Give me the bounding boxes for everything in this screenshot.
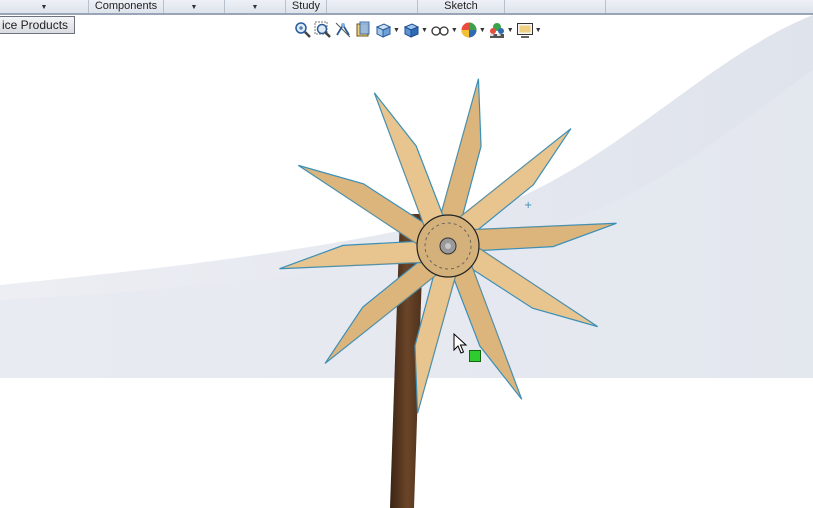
chevron-down-icon[interactable]: ▼ — [507, 27, 514, 34]
mouse-pointer-icon — [453, 333, 468, 354]
chevron-down-icon[interactable]: ▼ — [421, 27, 428, 34]
tab-components[interactable]: Components — [89, 0, 164, 13]
view-orientation-button[interactable]: ▼ — [374, 21, 400, 39]
section-view-button[interactable] — [354, 21, 372, 39]
office-products-button[interactable]: ice Products — [0, 16, 76, 34]
view-settings-icon — [516, 23, 533, 38]
display-style-icon — [403, 23, 420, 38]
apply-scene-button[interactable]: ▼ — [488, 21, 514, 39]
office-products-label: ice Products — [2, 18, 69, 32]
chevron-down-icon[interactable]: ▼ — [479, 27, 486, 34]
previous-view-button[interactable] — [334, 21, 352, 39]
origin-marker: + — [524, 200, 532, 211]
section-view-icon — [356, 21, 370, 37]
tab-sketch-label: Sketch — [444, 0, 478, 12]
tab-2[interactable]: ▼ — [225, 0, 286, 13]
edit-appearance-icon — [461, 22, 477, 38]
view-settings-button[interactable]: ▼ — [516, 21, 542, 39]
graphics-area[interactable]: + — [0, 15, 813, 508]
chevron-down-icon[interactable]: ▼ — [535, 27, 542, 34]
chevron-down-icon[interactable]: ▼ — [252, 4, 259, 11]
chevron-down-icon[interactable]: ▼ — [451, 27, 458, 34]
apply-scene-icon — [489, 23, 504, 38]
zoom-to-fit-icon — [295, 22, 311, 38]
edit-appearance-button[interactable]: ▼ — [460, 21, 486, 39]
command-manager-tabs: ▼ Components ▼ ▼ Study Sketch — [0, 0, 813, 15]
hide-show-items-icon — [431, 26, 449, 36]
tab-study[interactable]: Study — [286, 0, 327, 13]
heads-up-view-toolbar: ▼ ▼ ▼ ▼ ▼ ▼ — [294, 20, 542, 40]
tab-0[interactable]: ▼ — [0, 0, 89, 13]
zoom-to-fit-button[interactable] — [294, 21, 312, 39]
tab-components-label: Components — [94, 0, 158, 12]
tab-6[interactable] — [505, 0, 606, 13]
model-view[interactable]: + — [0, 15, 813, 508]
hide-show-items-button[interactable]: ▼ — [430, 21, 458, 39]
display-style-button[interactable]: ▼ — [402, 21, 428, 39]
pinwheel-hub[interactable] — [416, 214, 480, 278]
zoom-to-area-icon — [314, 21, 331, 38]
tab-4[interactable] — [327, 0, 418, 13]
previous-view-icon — [335, 22, 351, 38]
selection-handle[interactable] — [469, 350, 481, 362]
tab-sketch[interactable]: Sketch — [418, 0, 505, 13]
view-orientation-icon — [375, 23, 392, 38]
chevron-down-icon[interactable]: ▼ — [393, 27, 400, 34]
tab-components-dropdown[interactable]: ▼ — [164, 0, 225, 13]
zoom-to-area-button[interactable] — [314, 21, 332, 39]
tab-study-label: Study — [291, 0, 321, 12]
chevron-down-icon[interactable]: ▼ — [41, 4, 48, 11]
chevron-down-icon[interactable]: ▼ — [191, 4, 198, 11]
hub-pin-highlight — [445, 243, 451, 249]
